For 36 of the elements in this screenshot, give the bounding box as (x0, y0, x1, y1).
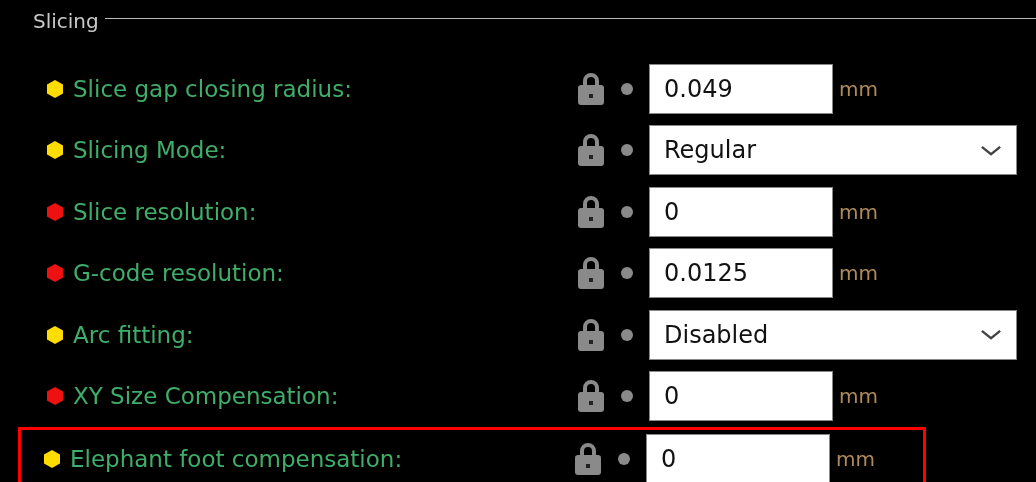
unit-label: mm (839, 76, 878, 101)
reset-dot-icon[interactable] (621, 82, 633, 95)
chevron-down-icon (980, 144, 1002, 156)
setting-label: Arc fitting: (73, 321, 195, 348)
unit-label: mm (839, 261, 878, 286)
section-title: Slicing (33, 9, 99, 33)
lock-icon[interactable] (577, 379, 605, 414)
reset-dot-icon[interactable] (618, 453, 630, 466)
lock-icon[interactable] (574, 442, 602, 477)
reset-dot-icon[interactable] (621, 267, 633, 280)
setting-label: Elephant foot compensation: (70, 446, 404, 473)
lock-icon[interactable] (577, 256, 605, 291)
lock-icon[interactable] (577, 133, 605, 168)
lock-icon[interactable] (577, 71, 605, 106)
number-input[interactable]: 0 (649, 371, 833, 422)
setting-label: Slicing Mode: (73, 137, 228, 164)
unit-label: mm (836, 447, 875, 472)
number-input[interactable]: 0.049 (649, 63, 833, 114)
number-input[interactable]: 0 (649, 186, 833, 237)
number-input[interactable]: 0 (646, 434, 830, 482)
setting-label: Slice gap closing radius: (73, 75, 353, 102)
reset-dot-icon[interactable] (621, 144, 633, 157)
number-input[interactable]: 0.0125 (649, 248, 833, 299)
unit-label: mm (839, 384, 878, 409)
setting-label: G-code resolution: (73, 260, 285, 287)
lock-icon[interactable] (577, 317, 605, 352)
reset-dot-icon[interactable] (621, 390, 633, 403)
reset-dot-icon[interactable] (621, 205, 633, 218)
dropdown[interactable]: Disabled (649, 309, 1017, 360)
lock-icon[interactable] (577, 194, 605, 229)
setting-label: XY Size Compensation: (73, 383, 340, 410)
chevron-down-icon (980, 329, 1002, 341)
unit-label: mm (839, 199, 878, 224)
setting-label: Slice resolution: (73, 198, 258, 225)
reset-dot-icon[interactable] (621, 328, 633, 341)
dropdown[interactable]: Regular (649, 125, 1017, 176)
